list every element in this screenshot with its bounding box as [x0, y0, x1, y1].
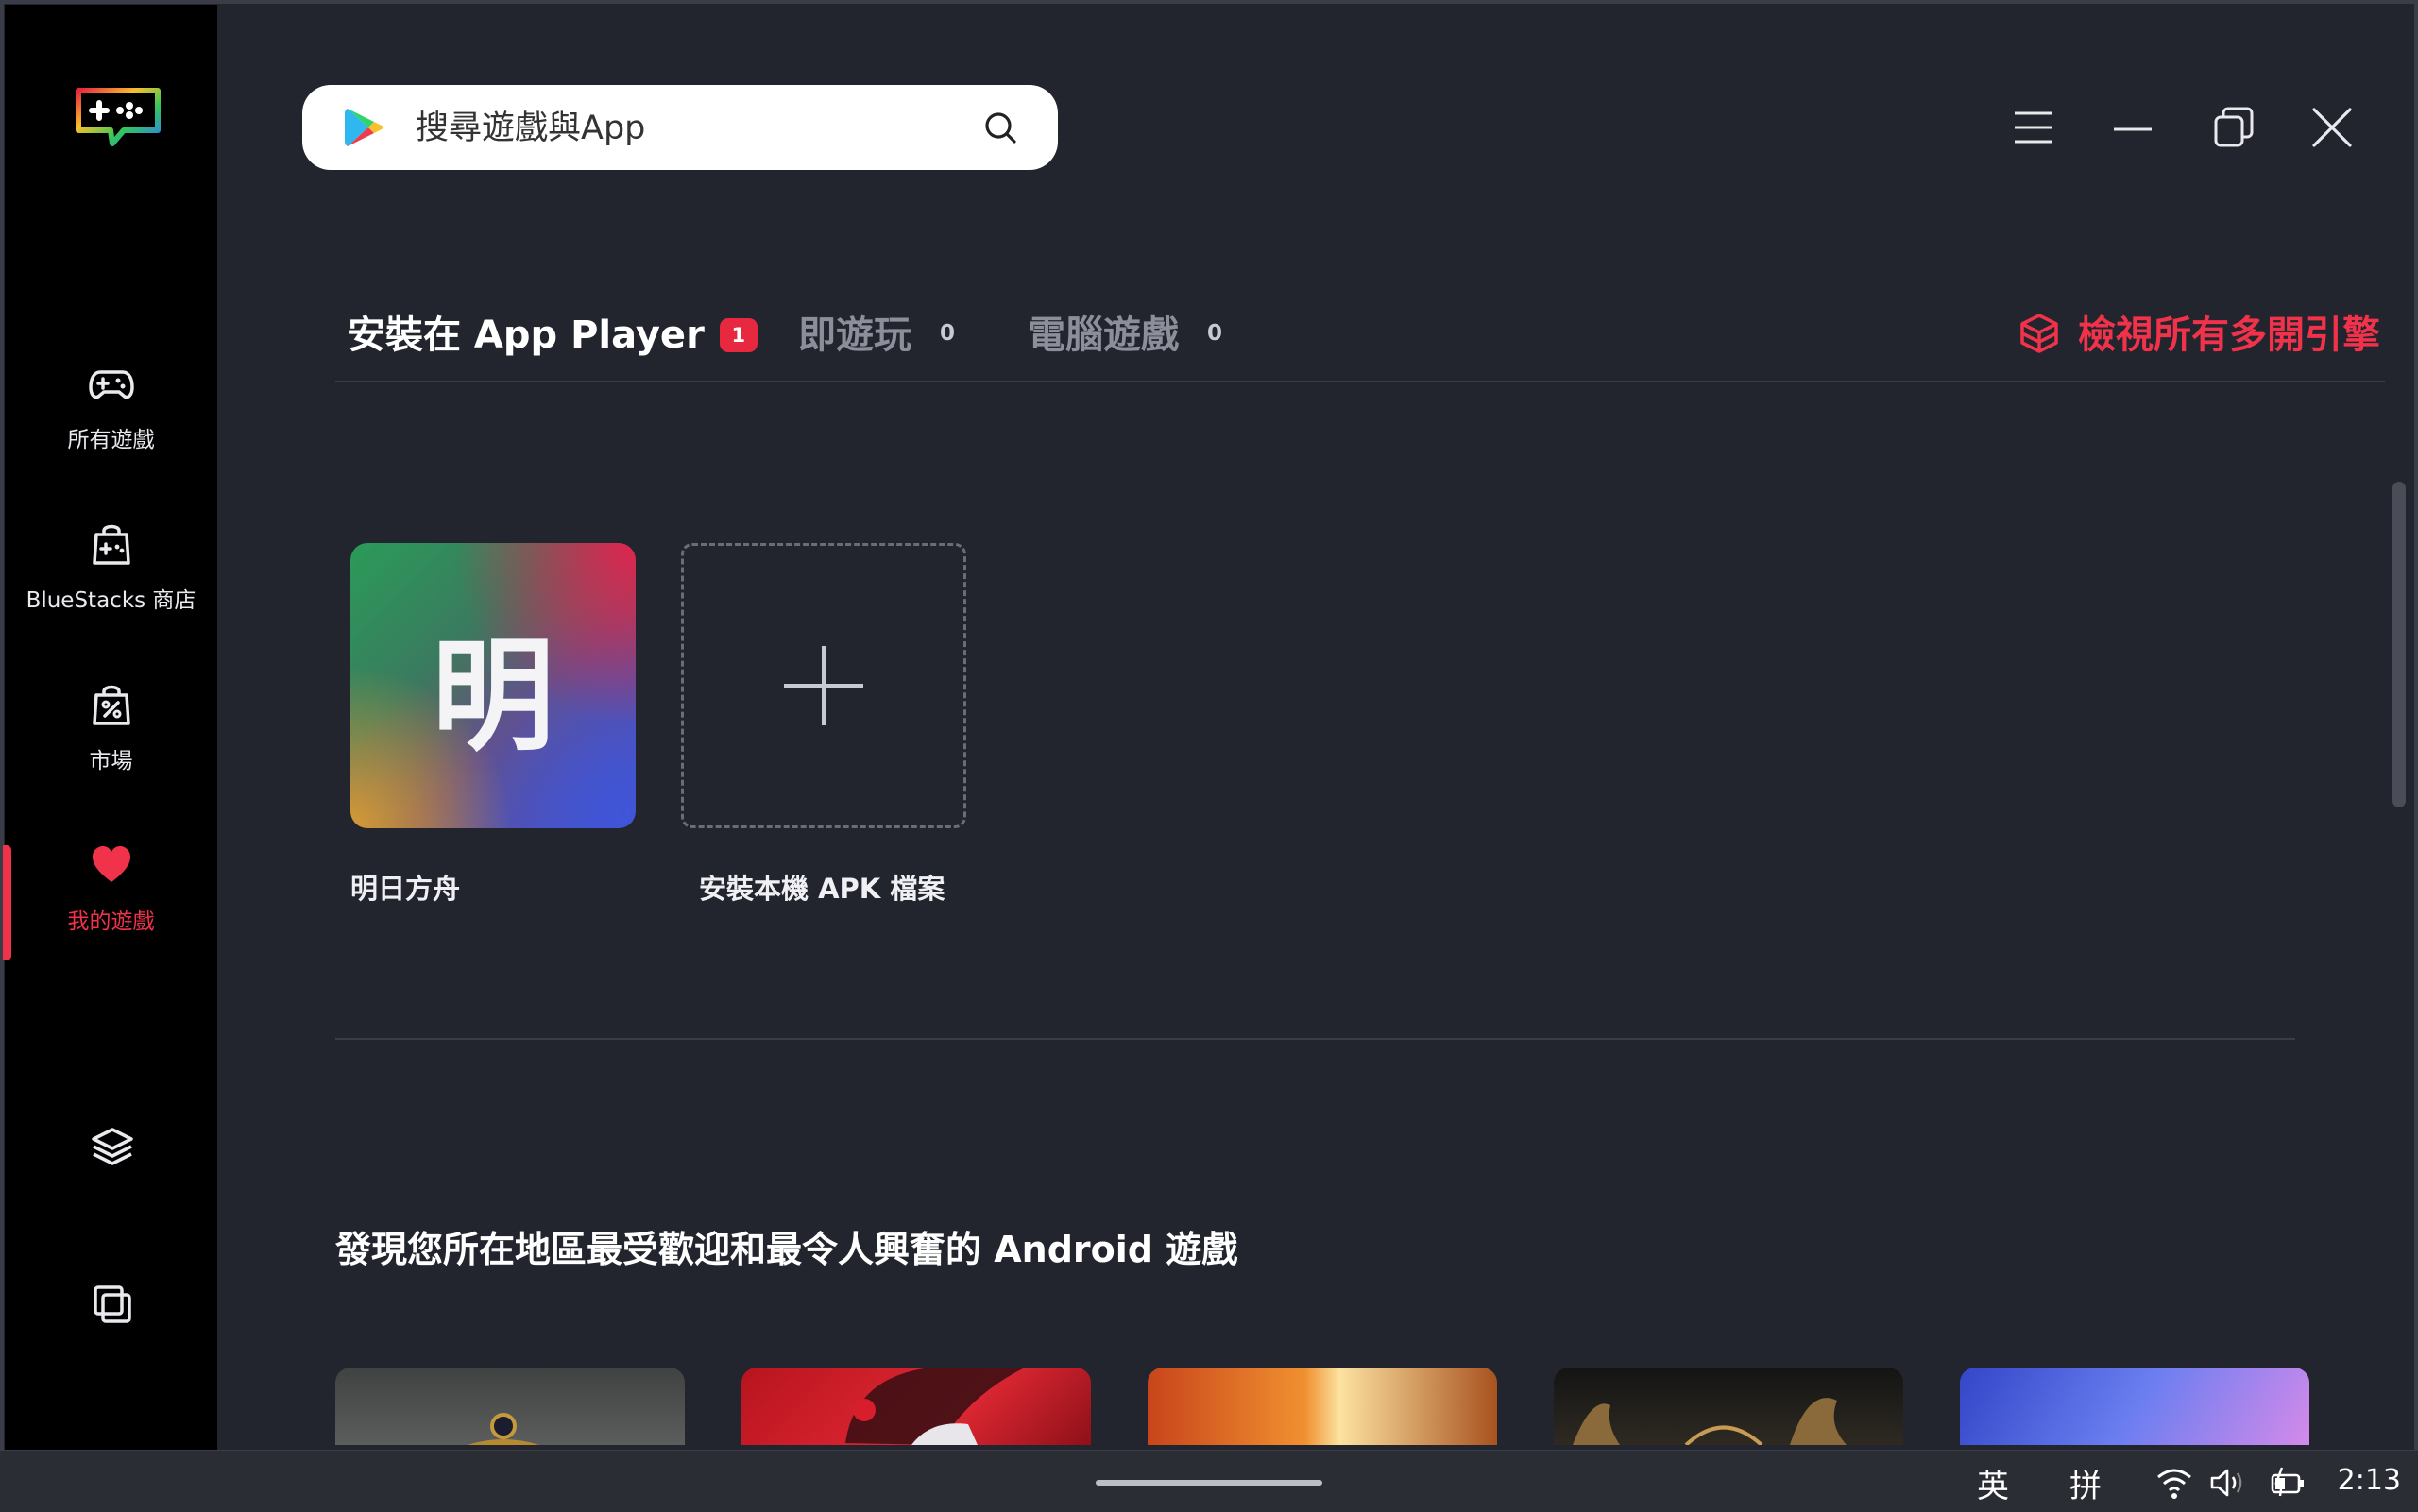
multi-instance-label: 檢視所有多開引擎: [2078, 314, 2380, 357]
sidebar-item-label: 所有遊戲: [67, 428, 155, 452]
search-bar: [302, 85, 1058, 170]
search-input[interactable]: [414, 102, 946, 155]
google-play-icon: [345, 109, 383, 146]
wifi-icon[interactable]: [2155, 1464, 2193, 1502]
plus-icon: [784, 646, 863, 725]
install-apk-button[interactable]: [681, 543, 966, 828]
store-bag-icon: [92, 524, 130, 565]
tab-badge: 1: [719, 318, 758, 352]
multi-window-icon[interactable]: [88, 1280, 137, 1329]
minimize-icon[interactable]: [2109, 104, 2156, 151]
tab-count: 0: [940, 321, 956, 346]
tab-label: 即遊玩: [798, 314, 911, 357]
ime-language-toggle[interactable]: 英: [1977, 1460, 2009, 1506]
app-icon-glyph: 明: [431, 624, 554, 768]
game-card[interactable]: [1148, 1368, 1497, 1445]
heart-icon: [92, 846, 130, 882]
game-thumbnail-icon: [1573, 1398, 1847, 1445]
ime-mode-toggle[interactable]: 拼: [2069, 1460, 2102, 1506]
tab-label: 安裝在 App Player: [348, 314, 705, 357]
discover-title: 發現您所在地區最受歡迎和最令人興奮的 Android 遊戲: [335, 1229, 1238, 1270]
sidebar-item-label: BlueStacks 商店: [26, 588, 196, 613]
app-icon-arknights[interactable]: 明: [350, 543, 636, 828]
clock[interactable]: 2:13: [2338, 1464, 2401, 1497]
sidebar-item-bluestacks-store[interactable]: BlueStacks 商店: [5, 519, 217, 614]
game-card[interactable]: [1960, 1368, 2309, 1445]
menu-icon[interactable]: [2010, 104, 2057, 151]
game-thumbnail-icon: [845, 1368, 1025, 1445]
volume-icon[interactable]: [2208, 1464, 2246, 1502]
multi-instance-link[interactable]: 檢視所有多開引擎: [2018, 304, 2380, 359]
sidebar-item-market[interactable]: 市場: [5, 680, 217, 774]
tab-count: 0: [1207, 321, 1223, 346]
tab-label: 電腦遊戲: [1028, 314, 1179, 357]
taskbar: 英 拼 2:13: [0, 1450, 2418, 1512]
discount-bag-icon: [92, 685, 130, 725]
tab-divider: [335, 381, 2385, 382]
scrollbar-thumb[interactable]: [2392, 482, 2406, 807]
game-card[interactable]: [1554, 1368, 1903, 1445]
active-indicator: [3, 845, 11, 960]
gamepad-icon: [88, 370, 134, 399]
game-card[interactable]: [741, 1368, 1091, 1445]
game-card[interactable]: [335, 1368, 685, 1445]
sidebar-item-label: 市場: [89, 749, 133, 773]
app-label[interactable]: 安裝本機 APK 檔案: [699, 867, 945, 907]
sidebar-item-all-games[interactable]: 所有遊戲: [5, 359, 217, 453]
app-label[interactable]: 明日方舟: [350, 867, 460, 907]
battery-charging-icon[interactable]: [2269, 1464, 2307, 1502]
game-thumbnail-icon: [468, 1413, 539, 1445]
sidebar-item-label: 我的遊戲: [67, 909, 155, 934]
sidebar-item-my-games[interactable]: 我的遊戲: [5, 841, 217, 935]
tab-installed[interactable]: 安裝在 App Player 1: [348, 304, 758, 359]
search-icon[interactable]: [982, 110, 1018, 145]
sidebar: 所有遊戲 BlueStacks 商店 市場 我的遊戲: [3, 5, 217, 1450]
tab-instant-play[interactable]: 即遊玩 0: [798, 304, 955, 359]
close-icon[interactable]: [2308, 104, 2356, 151]
tab-pc-games[interactable]: 電腦遊戲 0: [1028, 304, 1222, 359]
section-divider: [335, 1038, 2295, 1040]
restore-icon[interactable]: [2210, 104, 2257, 151]
layers-icon[interactable]: [88, 1124, 137, 1173]
home-handle[interactable]: [1096, 1480, 1322, 1486]
layers-icon: [2020, 314, 2058, 353]
app-logo-icon[interactable]: [71, 85, 165, 151]
